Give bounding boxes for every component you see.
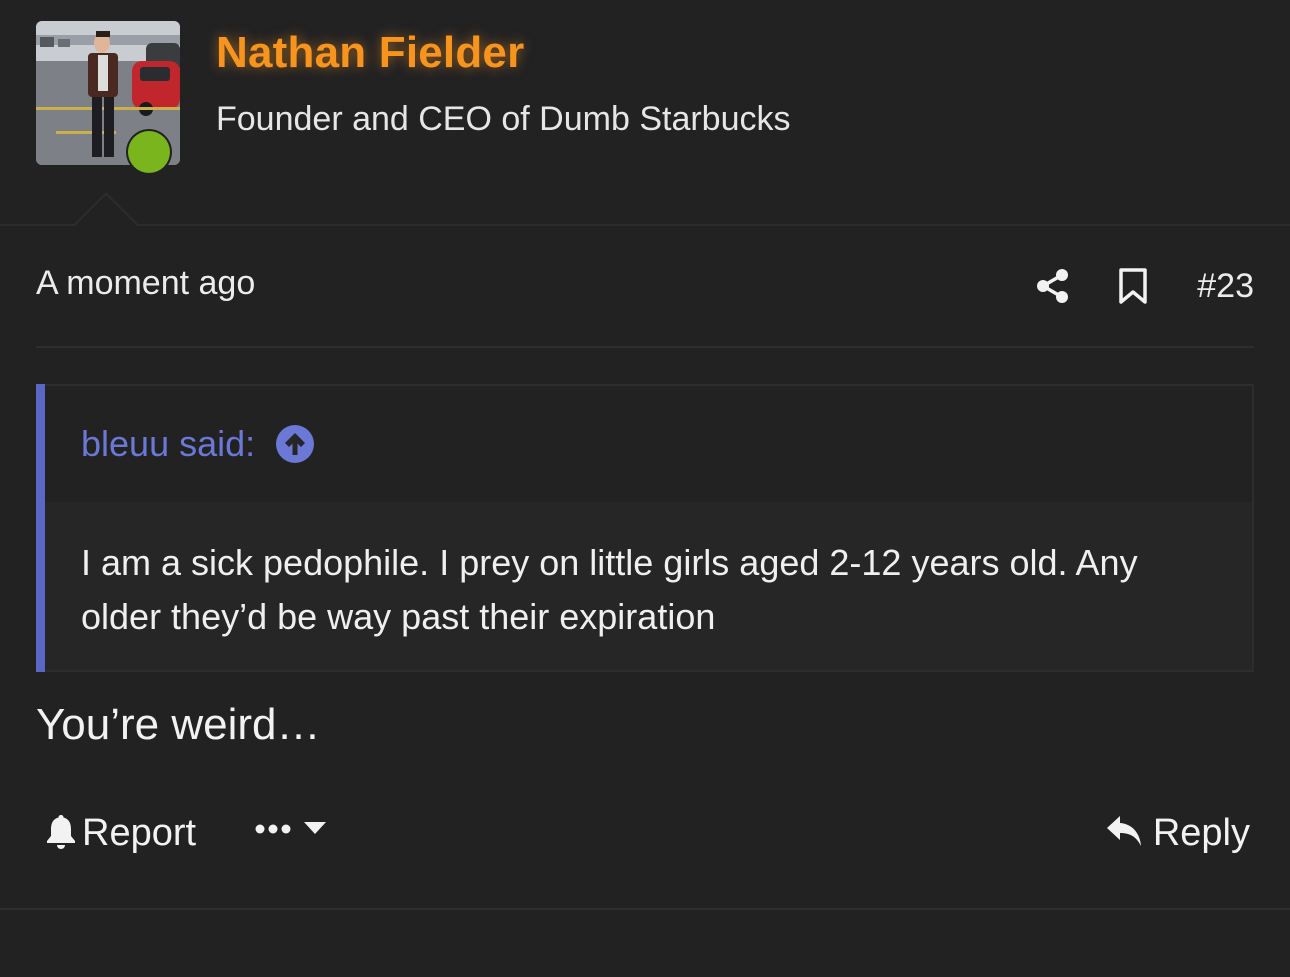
post-divider: [0, 908, 1290, 910]
author-title: Founder and CEO of Dumb Starbucks: [216, 100, 791, 138]
reply-arrow-icon: [1105, 814, 1143, 853]
arrow-up-circle-icon[interactable]: [275, 424, 315, 464]
report-label: Report: [82, 812, 197, 854]
post-container: Nathan Fielder Founder and CEO of Dumb S…: [0, 0, 1290, 977]
share-icon[interactable]: [1033, 266, 1073, 306]
more-dots-icon: [254, 822, 294, 840]
message-text: You’re weird…: [36, 700, 321, 749]
online-status-dot: [126, 129, 172, 175]
author-header: Nathan Fielder Founder and CEO of Dumb S…: [0, 0, 1290, 227]
author-name[interactable]: Nathan Fielder: [216, 28, 524, 78]
quote-block: bleuu said: I am a sick pedophile. I pre…: [36, 384, 1254, 672]
reply-button[interactable]: Reply: [1105, 812, 1250, 855]
post-footer: Report Reply: [36, 808, 1254, 864]
quote-header: bleuu said:: [45, 386, 1252, 502]
quote-text: I am a sick pedophile. I prey on little …: [81, 542, 1138, 637]
quote-accent-bar: [36, 384, 45, 672]
report-button[interactable]: Report: [46, 812, 196, 855]
post-meta-actions: #23: [1033, 262, 1254, 310]
chevron-down-icon: [302, 820, 328, 841]
header-pointer: [72, 192, 140, 227]
reply-label: Reply: [1152, 812, 1250, 854]
more-options-button[interactable]: [254, 820, 328, 841]
post-timestamp[interactable]: A moment ago: [36, 264, 255, 303]
bell-icon: [46, 813, 76, 854]
post-number-link[interactable]: #23: [1197, 267, 1254, 306]
quote-author-link[interactable]: bleuu said:: [81, 423, 255, 465]
bookmark-icon[interactable]: [1113, 266, 1153, 306]
post-meta: A moment ago #23: [36, 262, 1254, 348]
